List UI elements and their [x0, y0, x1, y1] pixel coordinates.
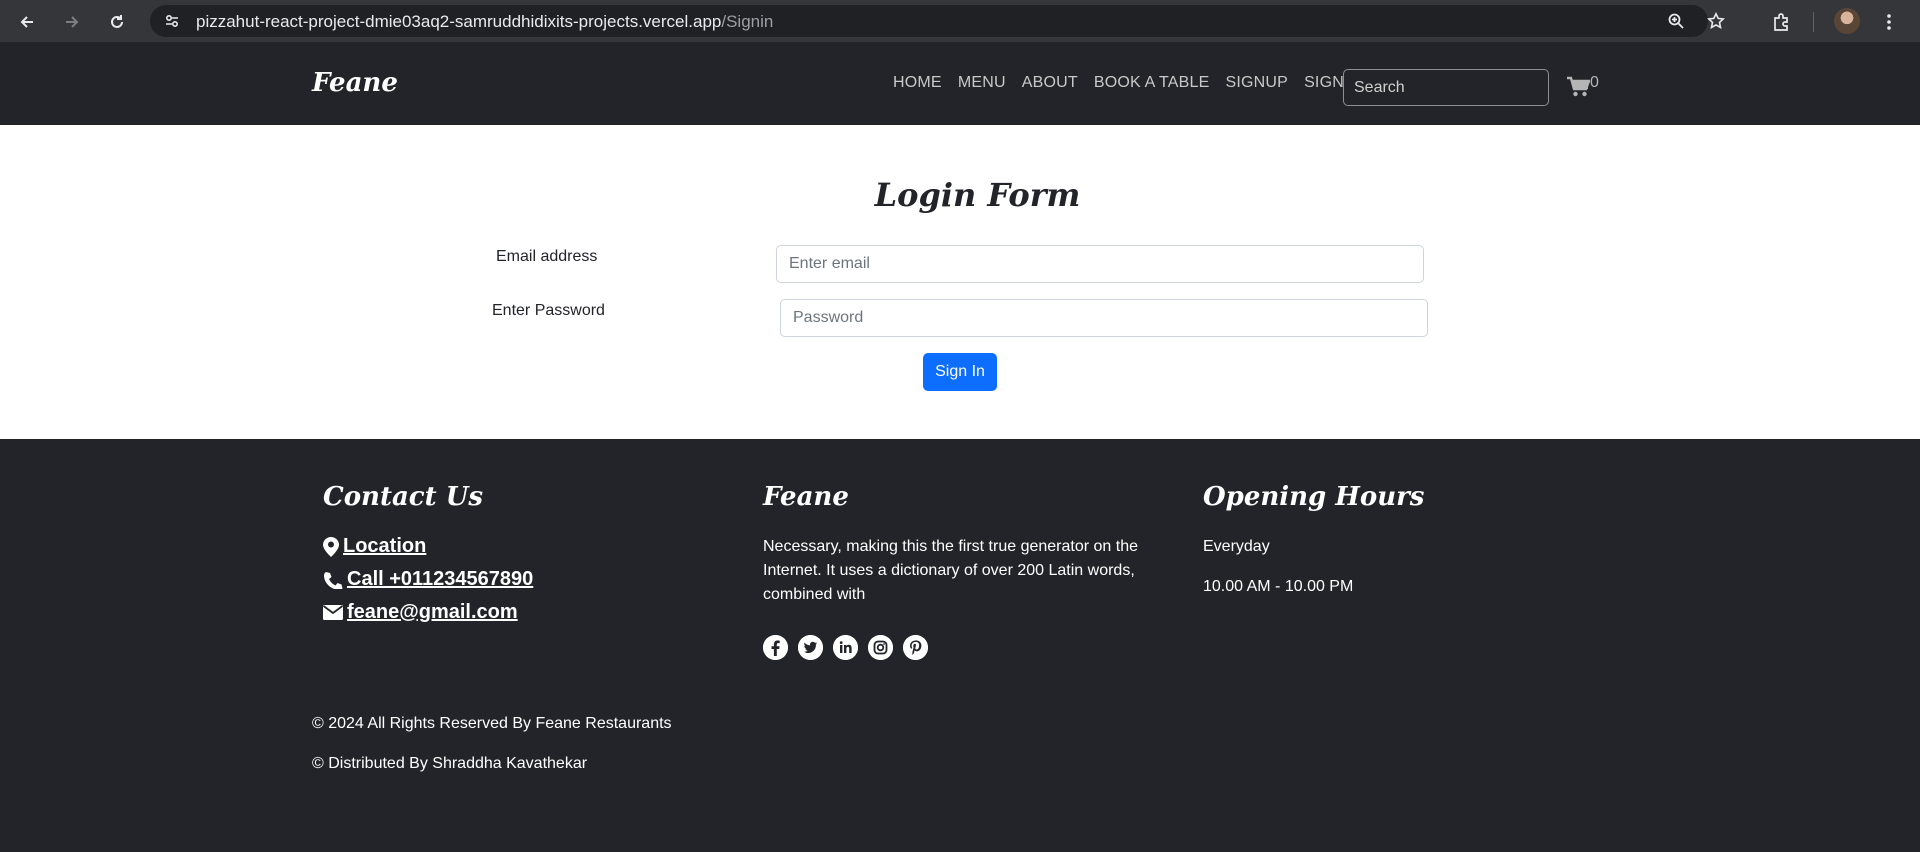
password-field[interactable]	[780, 299, 1428, 337]
reload-button[interactable]	[104, 9, 130, 35]
back-button[interactable]	[14, 9, 40, 35]
site-settings-icon[interactable]	[162, 11, 182, 31]
nav-links: HOME MENU ABOUT BOOK A TABLE SIGNUP SIGN…	[893, 74, 1360, 92]
url-text: pizzahut-react-project-dmie03aq2-samrudd…	[196, 12, 774, 31]
toolbar-divider	[1813, 12, 1814, 32]
twitter-icon[interactable]	[798, 635, 823, 660]
contact-heading: Contact Us	[323, 482, 483, 512]
phone-icon	[324, 571, 343, 589]
sign-in-button[interactable]: Sign In	[923, 353, 997, 391]
zoom-icon[interactable]	[1666, 11, 1686, 31]
footer-brand-heading: Feane	[763, 482, 849, 512]
address-bar[interactable]: pizzahut-react-project-dmie03aq2-samrudd…	[150, 5, 1725, 37]
login-title: Login Form	[874, 176, 1081, 214]
envelope-icon	[323, 605, 343, 620]
pinterest-icon[interactable]	[903, 635, 928, 660]
linkedin-icon[interactable]	[833, 635, 858, 660]
email-label: Email address	[496, 248, 598, 265]
bookmark-star-icon[interactable]	[1706, 11, 1726, 31]
nav-link-signup[interactable]: SIGNUP	[1226, 74, 1289, 92]
nav-link-book-a-table[interactable]: BOOK A TABLE	[1094, 74, 1210, 92]
email-text: feane@gmail.com	[347, 601, 518, 623]
forward-button[interactable]	[59, 9, 85, 35]
site-navbar: Feane HOME MENU ABOUT BOOK A TABLE SIGNU…	[0, 42, 1920, 125]
hours-days: Everyday	[1203, 538, 1270, 555]
password-label: Enter Password	[492, 302, 605, 319]
copyright-text: © 2024 All Rights Reserved By Feane Rest…	[312, 715, 672, 732]
site-footer: Contact Us Location Call +011234567890 f…	[0, 439, 1920, 852]
social-links	[763, 635, 928, 660]
map-marker-icon	[323, 536, 339, 557]
about-text: Necessary, making this the first true ge…	[763, 538, 1138, 603]
extensions-icon[interactable]	[1768, 9, 1794, 35]
phone-text: Call +011234567890	[347, 568, 534, 590]
instagram-icon[interactable]	[868, 635, 893, 660]
profile-avatar[interactable]	[1834, 8, 1860, 34]
nav-link-about[interactable]: ABOUT	[1022, 74, 1078, 92]
distributed-by-text: © Distributed By Shraddha Kavathekar	[312, 755, 588, 772]
search-input[interactable]	[1343, 69, 1549, 106]
phone-link[interactable]: Call +011234567890	[323, 568, 533, 591]
hours-time: 10.00 AM - 10.00 PM	[1203, 578, 1354, 595]
opening-hours-heading: Opening Hours	[1203, 482, 1425, 512]
cart-count-badge: 0	[1590, 74, 1599, 91]
location-link[interactable]: Location	[323, 535, 426, 558]
brand-logo[interactable]: Feane	[312, 68, 398, 98]
reload-icon	[111, 15, 123, 28]
location-text: Location	[343, 535, 427, 557]
nav-link-menu[interactable]: MENU	[958, 74, 1006, 92]
nav-link-home[interactable]: HOME	[893, 74, 942, 92]
more-menu-icon[interactable]	[1876, 9, 1902, 35]
email-field[interactable]	[776, 245, 1424, 283]
forward-arrow-icon	[66, 16, 79, 28]
email-link[interactable]: feane@gmail.com	[323, 601, 518, 624]
facebook-icon[interactable]	[763, 635, 788, 660]
cart-icon[interactable]	[1566, 76, 1591, 98]
back-arrow-icon	[20, 16, 33, 28]
browser-toolbar: pizzahut-react-project-dmie03aq2-samrudd…	[0, 0, 1920, 42]
